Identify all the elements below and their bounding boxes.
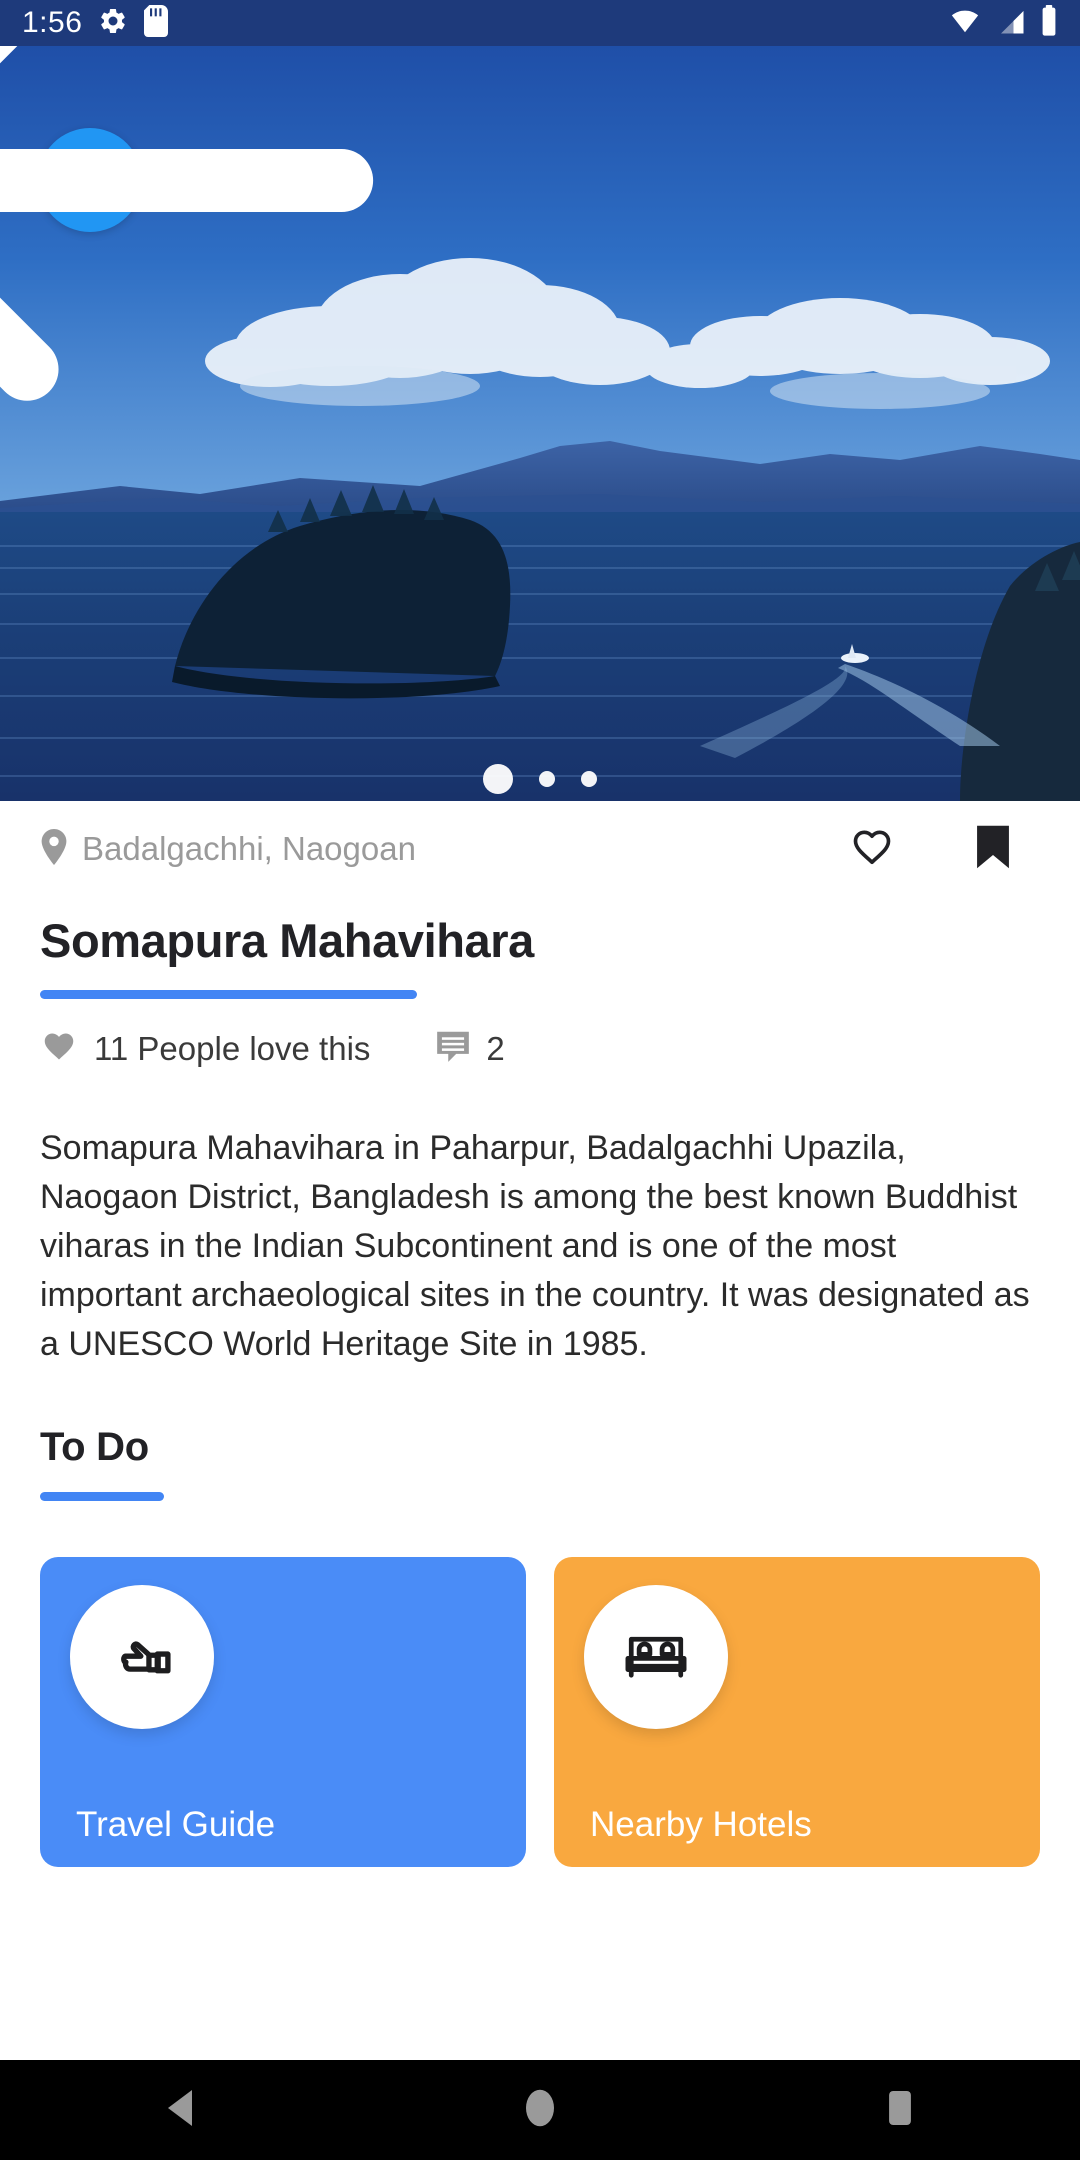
comments-count: 2 [486, 1029, 505, 1067]
nav-home-button[interactable] [450, 2060, 630, 2160]
carousel-dot-1[interactable] [483, 764, 513, 794]
status-bar-left: 1:56 [22, 4, 169, 42]
battery-icon [1040, 4, 1058, 42]
status-bar-right [948, 4, 1058, 42]
heart-outline-icon[interactable] [850, 825, 894, 874]
hero-image[interactable] [0, 46, 1080, 801]
location-label: Badalgachhi, Naogoan [82, 830, 416, 867]
todo-cards: Travel Guide Nearby Hotels [40, 1557, 1040, 1867]
title-accent-underline [40, 990, 417, 999]
todo-section-title: To Do [40, 1425, 149, 1469]
stats-row: 11 People love this 2 [40, 1027, 1040, 1070]
location-group: Badalgachhi, Naogoan [40, 828, 416, 870]
carousel-dot-2[interactable] [539, 771, 555, 787]
back-arrow-icon [0, 46, 630, 558]
carousel-indicator[interactable] [0, 764, 1080, 794]
detail-content: Badalgachhi, Naogoan Somapura Mahavihara [0, 801, 1080, 2060]
location-row: Badalgachhi, Naogoan [40, 801, 1040, 897]
todo-accent-underline [40, 1492, 164, 1501]
travel-guide-label: Travel Guide [76, 1805, 276, 1844]
bed-icon [620, 1619, 692, 1696]
comments-group[interactable]: 2 [434, 1027, 505, 1070]
bookmark-filled-icon[interactable] [974, 824, 1012, 875]
cellular-signal-icon [996, 6, 1026, 41]
back-triangle-icon [162, 2087, 198, 2134]
sd-card-icon [144, 4, 169, 42]
home-circle-icon [523, 2087, 557, 2134]
nearby-hotels-icon-badge [584, 1585, 728, 1729]
description-text: Somapura Mahavihara in Paharpur, Badalga… [40, 1129, 1030, 1363]
nearby-hotels-label: Nearby Hotels [590, 1805, 812, 1844]
recents-square-icon [885, 2087, 915, 2134]
carousel-dot-3[interactable] [581, 771, 597, 787]
map-pin-icon [40, 828, 68, 870]
status-bar: 1:56 [0, 0, 1080, 46]
wifi-icon [948, 6, 982, 41]
page-title: Somapura Mahavihara [40, 914, 534, 967]
status-bar-clock: 1:56 [22, 6, 83, 39]
gear-icon [98, 6, 128, 41]
nearby-hotels-card[interactable]: Nearby Hotels [554, 1557, 1040, 1867]
pointing-hand-icon [105, 1618, 179, 1697]
detail-actions [850, 824, 1040, 875]
likes-group[interactable]: 11 People love this [40, 1027, 370, 1070]
nav-recents-button[interactable] [810, 2060, 990, 2160]
nav-back-button[interactable] [90, 2060, 270, 2160]
travel-guide-icon-badge [70, 1585, 214, 1729]
back-button[interactable] [0, 46, 374, 401]
comment-icon [434, 1027, 472, 1070]
heart-filled-icon [40, 1027, 78, 1070]
likes-label: 11 People love this [94, 1029, 371, 1067]
android-navigation-bar [0, 2060, 1080, 2160]
travel-guide-card[interactable]: Travel Guide [40, 1557, 526, 1867]
